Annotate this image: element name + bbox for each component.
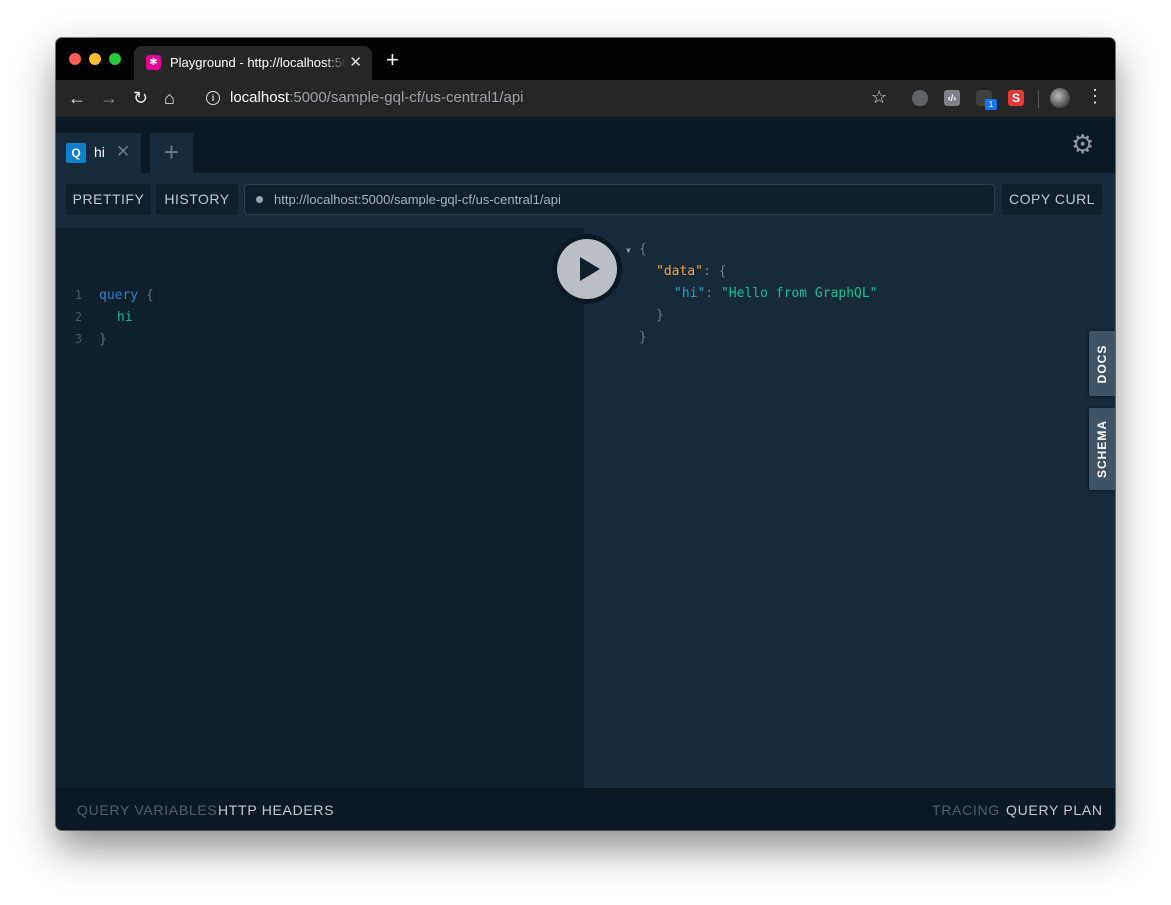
result-pane[interactable]: ▼ { "data": { "hi": "Hello from GraphQL"… xyxy=(584,228,1115,788)
http-headers-tab[interactable]: HTTP HEADERS xyxy=(218,802,334,818)
playground-toolbar: PRETTIFY HISTORY http://localhost:5000/s… xyxy=(56,173,1115,228)
result-data-line: "data": { xyxy=(656,264,726,279)
copy-curl-button[interactable]: COPY CURL xyxy=(1002,184,1102,215)
result-hi-value: "Hello from GraphQL" xyxy=(720,286,878,301)
result-colon: : xyxy=(702,264,719,279)
url-path: :5000/sample-gql-cf/us-central1/api xyxy=(289,89,524,106)
schema-label: SCHEMA xyxy=(1095,419,1109,479)
prettify-button[interactable]: PRETTIFY xyxy=(66,184,151,215)
history-button[interactable]: HISTORY xyxy=(156,184,238,215)
browser-tab[interactable]: ✱ Playground - http://localhost:5000/sam… xyxy=(134,46,372,80)
fold-caret-icon[interactable]: ▼ xyxy=(626,246,631,255)
result-data-open: { xyxy=(718,264,727,279)
home-icon[interactable]: ⌂ xyxy=(164,88,175,108)
result-hi-line: "hi": "Hello from GraphQL" xyxy=(674,286,878,301)
bottom-bar: QUERY VARIABLES HTTP HEADERS TRACING QUE… xyxy=(56,788,1115,830)
ublock-extension-icon[interactable] xyxy=(912,90,928,106)
playground-tab-bar: Q hi ✕ + ⚙ xyxy=(56,117,1115,173)
result-colon: : xyxy=(705,286,721,301)
bookmark-star-icon[interactable]: ☆ xyxy=(871,87,887,108)
run-button-face xyxy=(557,239,617,299)
settings-gear-icon[interactable]: ⚙ xyxy=(1071,129,1094,160)
tracing-tab[interactable]: TRACING xyxy=(932,802,1000,818)
browser-menu-icon[interactable]: ⋮ xyxy=(1086,86,1104,107)
extension-badge: 1 xyxy=(985,99,997,110)
line-number: 2 xyxy=(74,310,82,324)
play-icon xyxy=(580,257,600,281)
query-tab[interactable]: Q hi ✕ xyxy=(56,133,141,173)
result-hi-key: "hi" xyxy=(674,286,706,301)
result-data-key: "data" xyxy=(656,264,703,279)
query-plan-tab[interactable]: QUERY PLAN xyxy=(1006,802,1103,818)
line-number: 1 xyxy=(74,288,82,302)
code-brace: } xyxy=(99,332,107,347)
devtools-extension-icon[interactable]: ‹/› xyxy=(944,90,960,106)
code-keyword: query xyxy=(99,288,139,303)
close-window-button[interactable] xyxy=(69,53,81,65)
code-brace: { xyxy=(138,288,154,303)
profile-avatar[interactable] xyxy=(1050,88,1070,108)
query-tab-badge: Q xyxy=(66,143,86,163)
query-tab-name: hi xyxy=(94,144,105,160)
result-close-brace: } xyxy=(639,330,647,345)
line-number: 3 xyxy=(74,332,82,346)
browser-tab-strip: ✱ Playground - http://localhost:5000/sam… xyxy=(56,38,1115,80)
code-field: hi xyxy=(117,310,133,325)
result-open-brace: { xyxy=(639,242,647,257)
url-host: localhost xyxy=(230,89,290,106)
query-tab-close-icon[interactable]: ✕ xyxy=(116,142,130,162)
browser-tab-title: Playground - http://localhost:5000/sampl… xyxy=(170,55,346,70)
zoom-window-button[interactable] xyxy=(109,53,121,65)
schema-side-tab[interactable]: SCHEMA xyxy=(1089,408,1115,490)
docs-label: DOCS xyxy=(1095,344,1109,383)
forward-arrow-icon[interactable]: → xyxy=(100,88,118,108)
query-editor[interactable]: 1 query { 2 hi 3 } xyxy=(56,228,584,788)
run-query-button[interactable] xyxy=(552,234,622,304)
add-query-tab-button[interactable]: + xyxy=(150,133,193,173)
toolbar-divider xyxy=(1038,90,1039,108)
endpoint-url: http://localhost:5000/sample-gql-cf/us-c… xyxy=(274,192,561,207)
endpoint-status-dot xyxy=(256,196,263,203)
graphql-favicon-icon: ✱ xyxy=(146,55,161,70)
address-bar: ← → ↻ ⌂ i localhost:5000/sample-gql-cf/u… xyxy=(56,80,1115,117)
reload-icon[interactable]: ↻ xyxy=(133,88,148,108)
new-tab-button[interactable]: + xyxy=(386,49,399,71)
docs-side-tab[interactable]: DOCS xyxy=(1089,331,1115,396)
query-variables-tab[interactable]: QUERY VARIABLES xyxy=(77,802,217,818)
result-data-close: } xyxy=(656,308,664,323)
browser-window: ✱ Playground - http://localhost:5000/sam… xyxy=(56,38,1115,830)
tab-close-icon[interactable]: ✕ xyxy=(349,53,362,71)
s-extension-icon[interactable]: S xyxy=(1008,90,1024,106)
url-field[interactable]: localhost:5000/sample-gql-cf/us-central1… xyxy=(230,89,524,106)
minimize-window-button[interactable] xyxy=(89,53,101,65)
endpoint-input[interactable]: http://localhost:5000/sample-gql-cf/us-c… xyxy=(244,184,995,215)
back-arrow-icon[interactable]: ← xyxy=(68,88,86,108)
site-info-icon[interactable]: i xyxy=(206,91,220,105)
